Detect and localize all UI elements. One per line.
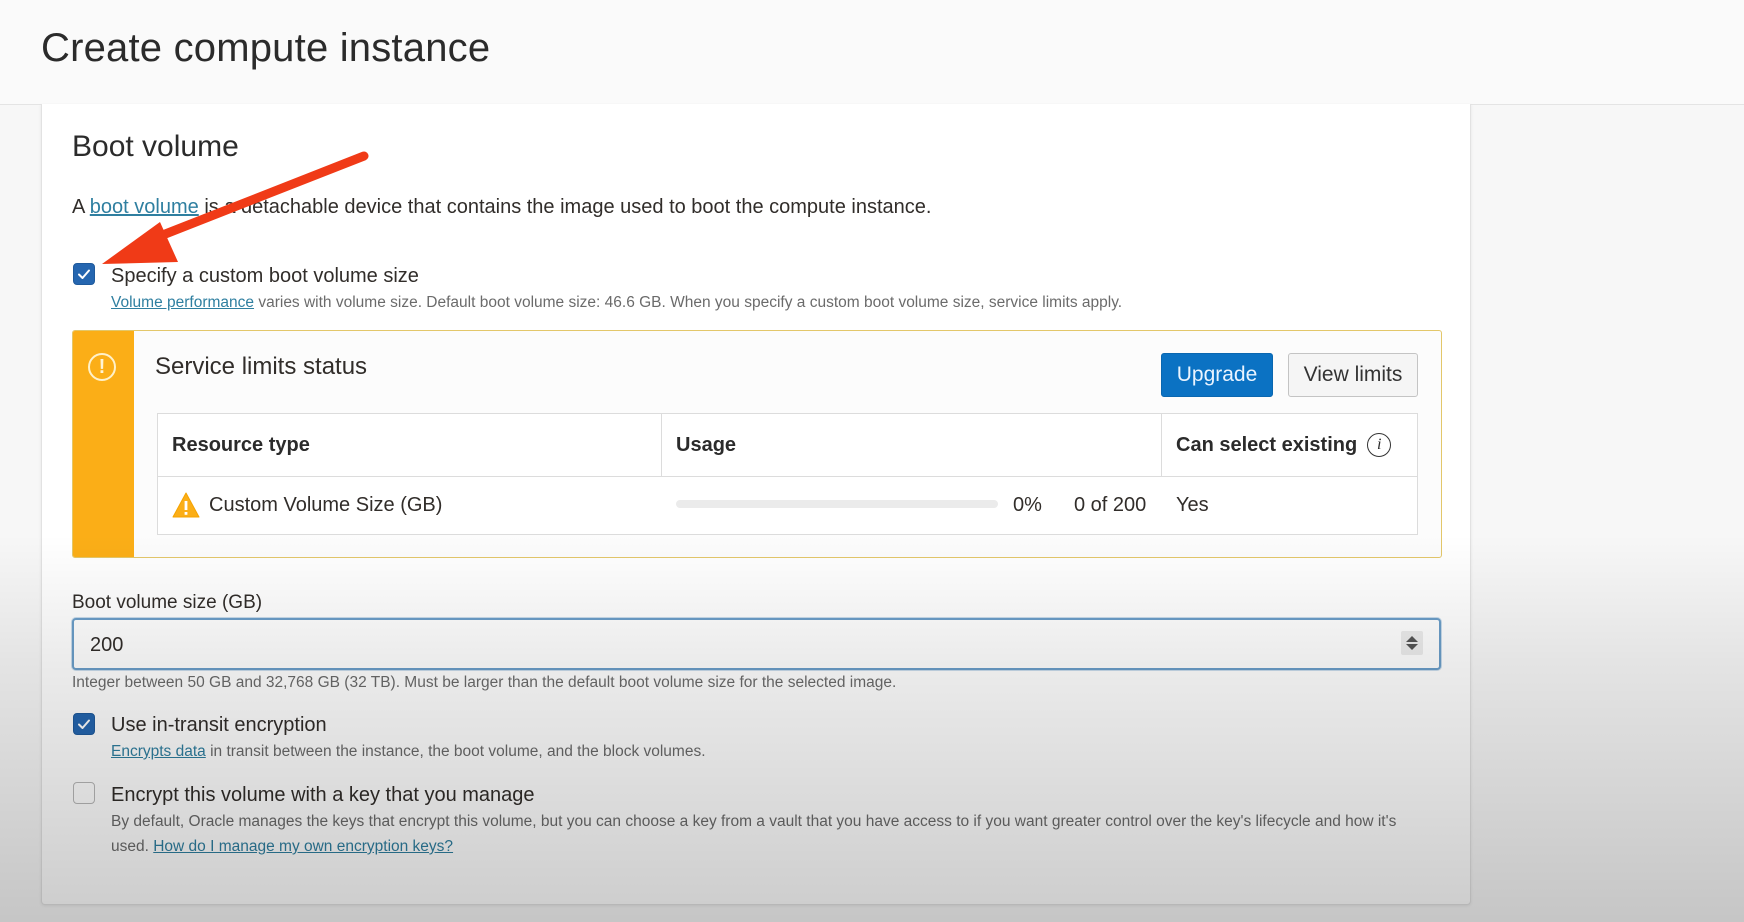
section-title: Boot volume xyxy=(72,130,239,163)
column-header-resource-type: Resource type xyxy=(172,433,310,456)
description-suffix: is a detachable device that contains the… xyxy=(198,196,932,218)
own-key-helper-line1: By default, Oracle manages the keys that… xyxy=(111,813,1397,830)
in-transit-encryption-checkbox[interactable] xyxy=(73,713,95,735)
description-prefix: A xyxy=(72,196,90,218)
custom-size-label[interactable]: Specify a custom boot volume size xyxy=(111,265,419,288)
volume-performance-link[interactable]: Volume performance xyxy=(111,294,254,311)
in-transit-helper-text: in transit between the instance, the boo… xyxy=(205,743,706,760)
resource-type-value: Custom Volume Size (GB) xyxy=(209,493,443,516)
page-header: Create compute instance xyxy=(0,0,1744,105)
alert-bar: ! xyxy=(73,331,134,557)
upgrade-button[interactable]: Upgrade xyxy=(1161,353,1273,397)
in-transit-encryption-helper: Encrypts data in transit between the ins… xyxy=(111,743,706,761)
boot-volume-size-label: Boot volume size (GB) xyxy=(72,592,263,613)
service-limits-title: Service limits status xyxy=(155,353,368,380)
page-title: Create compute instance xyxy=(41,26,491,70)
service-limits-alert: ! Service limits status Upgrade View lim… xyxy=(72,330,1442,558)
column-divider xyxy=(1161,414,1162,476)
view-limits-button[interactable]: View limits xyxy=(1288,353,1418,397)
info-icon[interactable]: i xyxy=(1367,433,1392,457)
encrypts-data-link[interactable]: Encrypts data xyxy=(111,743,206,760)
boot-volume-description: A boot volume is a detachable device tha… xyxy=(72,196,931,219)
custom-size-helper: Volume performance varies with volume si… xyxy=(111,294,1122,312)
checkmark-icon xyxy=(78,269,90,279)
custom-size-checkbox[interactable] xyxy=(73,263,95,285)
usage-progress-bar xyxy=(676,500,998,508)
warning-triangle-icon xyxy=(172,492,200,518)
can-select-existing-value: Yes xyxy=(1176,493,1209,516)
resource-type-cell: Custom Volume Size (GB) xyxy=(171,476,442,534)
boot-volume-size-field xyxy=(72,618,1441,670)
can-select-existing-label: Can select existing xyxy=(1176,433,1358,456)
column-header-usage: Usage xyxy=(676,433,737,456)
stepper-down-icon[interactable] xyxy=(1406,644,1418,650)
own-key-encryption-checkbox[interactable] xyxy=(73,782,95,804)
own-key-encryption-label[interactable]: Encrypt this volume with a key that you … xyxy=(111,784,535,807)
column-header-can-select-existing: Can select existing i xyxy=(1176,414,1392,476)
number-stepper[interactable] xyxy=(1401,631,1423,655)
table-header-row: Resource type Usage Can select existing … xyxy=(158,414,1417,477)
exclamation-circle-icon: ! xyxy=(88,353,116,381)
in-transit-encryption-label[interactable]: Use in-transit encryption xyxy=(111,714,327,737)
boot-volume-size-helper: Integer between 50 GB and 32,768 GB (32 … xyxy=(72,674,897,691)
manage-encryption-keys-link[interactable]: How do I manage my own encryption keys? xyxy=(153,838,453,855)
own-key-helper-line2: used. How do I manage my own encryption … xyxy=(111,838,453,856)
usage-percent: 0% xyxy=(1013,493,1042,516)
own-key-helper-prefix: used. xyxy=(111,838,154,855)
stepper-up-icon[interactable] xyxy=(1406,636,1418,642)
boot-volume-size-input[interactable] xyxy=(88,620,1372,670)
checkmark-icon xyxy=(78,719,90,729)
usage-count: 0 of 200 xyxy=(1074,493,1147,516)
custom-size-helper-text: varies with volume size. Default boot vo… xyxy=(254,294,1123,311)
boot-volume-link[interactable]: boot volume xyxy=(90,196,199,218)
service-limits-table: Resource type Usage Can select existing … xyxy=(157,413,1418,535)
column-divider xyxy=(661,414,662,476)
